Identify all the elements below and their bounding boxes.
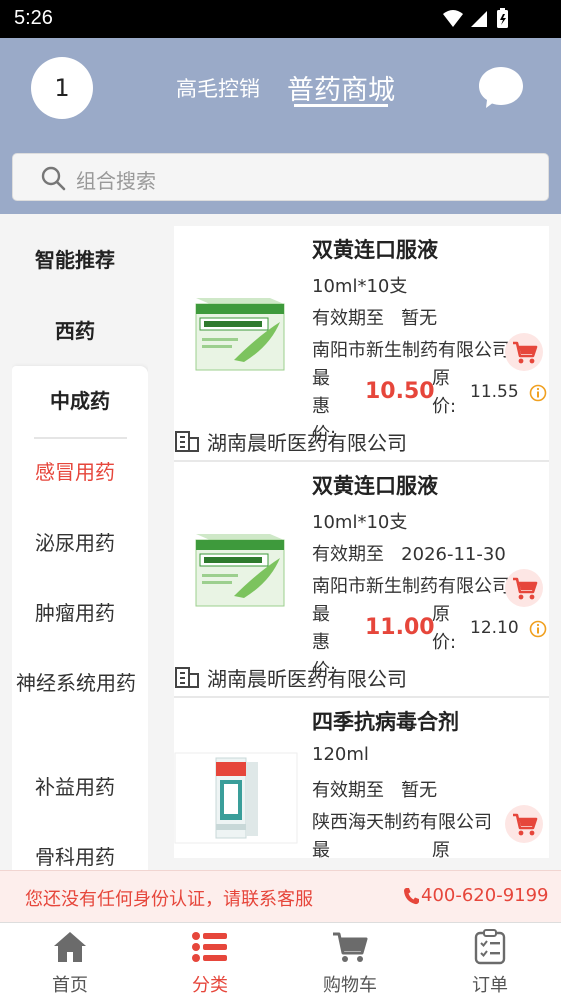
subcategory-nervous-system-medicine[interactable]: 神经系统用药	[14, 667, 138, 699]
product-expiry: 有效期至 暂无	[312, 304, 437, 330]
nav-orders-label: 订单	[472, 975, 508, 996]
best-price: 11.00	[365, 615, 435, 640]
original-price-label: 原价:	[432, 368, 457, 417]
info-icon[interactable]	[529, 384, 547, 402]
product-name[interactable]: 双黄连口服液	[312, 470, 438, 500]
product-spec: 120ml	[312, 744, 369, 765]
signal-icon	[471, 11, 487, 27]
avatar[interactable]: 1	[31, 57, 93, 119]
original-price: 11.55	[470, 382, 519, 402]
nav-cart[interactable]: 购物车	[280, 923, 420, 999]
home-icon	[54, 932, 86, 962]
nav-cart-label: 购物车	[323, 975, 377, 996]
search-bar[interactable]: 组合搜索	[12, 153, 549, 201]
add-to-cart-icon[interactable]	[505, 805, 543, 843]
product-divider	[174, 460, 549, 462]
subcategory-orthopedic-medicine[interactable]: 骨科用药	[12, 841, 138, 870]
subcategory-urinary-medicine[interactable]: 泌尿用药	[12, 527, 138, 559]
building-icon	[175, 667, 199, 688]
bottom-nav: 首页 分类 购物车 订单	[0, 922, 561, 999]
tab-high-margin[interactable]: 高毛控销	[176, 73, 260, 103]
avatar-text: 1	[54, 74, 70, 102]
expiry-value: 暂无	[401, 780, 438, 801]
product-expiry: 有效期至 暂无	[312, 776, 437, 802]
service-phone[interactable]: 400-620-9199	[421, 885, 549, 906]
product-name[interactable]: 四季抗病毒合剂	[312, 706, 459, 736]
phone-icon	[404, 888, 419, 905]
info-icon[interactable]	[529, 620, 547, 638]
expiry-label: 有效期至	[312, 780, 384, 801]
list-icon	[192, 932, 227, 962]
product-divider	[174, 696, 549, 698]
expiry-value: 暂无	[401, 308, 438, 329]
add-to-cart-icon[interactable]	[505, 333, 543, 371]
notice-text: 您还没有任何身份认证，请联系客服	[25, 889, 313, 910]
nav-category-label: 分类	[192, 975, 228, 996]
original-price: 12.10	[470, 618, 519, 638]
best-price: 10.50	[365, 379, 435, 404]
nav-category[interactable]: 分类	[140, 923, 280, 999]
verification-notice: 您还没有任何身份认证，请联系客服 400-620-9199	[0, 870, 561, 922]
original-price-label: 原价:	[432, 840, 450, 858]
status-icons	[443, 8, 508, 28]
active-tab-indicator	[294, 104, 388, 107]
search-icon	[41, 166, 66, 191]
product-image	[195, 534, 285, 607]
supplier-row[interactable]: 湖南晨昕医药有限公司	[174, 425, 549, 459]
product-name[interactable]: 双黄连口服液	[312, 234, 438, 264]
chat-icon[interactable]	[477, 65, 525, 111]
building-icon	[175, 431, 199, 452]
add-to-cart-icon[interactable]	[505, 569, 543, 607]
subcategory-oncology-medicine[interactable]: 肿瘤用药	[12, 597, 138, 629]
nav-home[interactable]: 首页	[0, 923, 140, 999]
clipboard-icon	[474, 929, 506, 965]
expiry-value: 2026-11-30	[401, 544, 506, 565]
product-manufacturer: 南阳市新生制药有限公司	[312, 340, 510, 361]
category-smart-recommend[interactable]: 智能推荐	[12, 244, 138, 276]
category-western-medicine[interactable]: 西药	[12, 315, 138, 347]
subcategory-tonic-medicine[interactable]: 补益用药	[12, 771, 138, 803]
supplier-name: 湖南晨昕医药有限公司	[207, 431, 407, 455]
search-placeholder: 组合搜索	[76, 169, 156, 193]
supplier-name: 湖南晨昕医药有限公司	[207, 667, 407, 691]
category-sidebar: 智能推荐 西药 中成药 感冒用药 泌尿用药 肿瘤用药 神经系统用药 补益用药 骨…	[12, 226, 148, 870]
category-chinese-patent-medicine[interactable]: 中成药	[17, 385, 143, 417]
subcategory-cold-medicine[interactable]: 感冒用药	[12, 456, 138, 488]
nav-home-label: 首页	[52, 975, 88, 996]
product-manufacturer: 南阳市新生制药有限公司	[312, 576, 510, 597]
tab-general-drugs[interactable]: 普药商城	[287, 68, 395, 107]
wifi-icon	[443, 10, 463, 27]
product-manufacturer: 陕西海天制药有限公司	[312, 812, 492, 833]
original-price-label: 原价:	[432, 604, 457, 653]
sidebar-divider	[34, 437, 127, 439]
supplier-row[interactable]: 湖南晨昕医药有限公司	[174, 661, 549, 695]
product-spec: 10ml*10支	[312, 512, 408, 533]
product-list[interactable]: 双黄连口服液 10ml*10支 有效期至 暂无 南阳市新生制药有限公司 最惠价:…	[174, 226, 549, 858]
product-image	[195, 298, 285, 371]
product-expiry: 有效期至 2026-11-30	[312, 540, 506, 566]
best-price-label: 最惠价:	[312, 840, 330, 858]
cart-icon	[333, 932, 368, 962]
expiry-label: 有效期至	[312, 544, 384, 565]
expiry-label: 有效期至	[312, 308, 384, 329]
product-image	[174, 752, 298, 844]
nav-orders[interactable]: 订单	[420, 923, 560, 999]
product-spec: 10ml*10支	[312, 276, 408, 297]
status-time: 5:26	[14, 7, 53, 29]
status-bar: 5:26	[0, 0, 561, 38]
